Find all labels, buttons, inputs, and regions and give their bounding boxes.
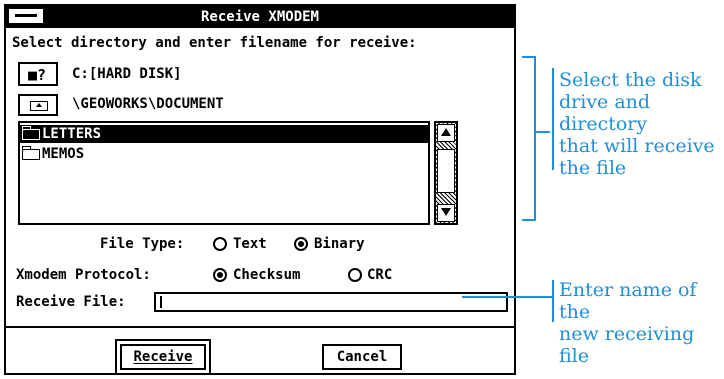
- receive-xmodem-dialog: Receive XMODEM Select directory and ente…: [4, 4, 516, 375]
- file-annotation: Enter name of the new receiving file: [559, 279, 724, 367]
- drive-select-button[interactable]: ■?: [18, 62, 58, 86]
- receive-button-label: Receive: [133, 349, 193, 365]
- protocol-crc-label[interactable]: CRC: [367, 267, 392, 283]
- drive-icon: ■?: [28, 66, 47, 84]
- scroll-thumb[interactable]: [437, 149, 455, 193]
- dialog-title: Receive XMODEM: [200, 9, 319, 25]
- instruction-text: Select directory and enter filename for …: [12, 35, 417, 51]
- file-type-text-radio[interactable]: [213, 237, 227, 251]
- annotation-line: that will receive: [559, 135, 715, 157]
- annotation-line: Enter name of the: [559, 279, 697, 323]
- directory-annotation: Select the disk drive and directory that…: [559, 69, 724, 179]
- file-annotation-tick: [552, 280, 554, 322]
- scroll-down-button[interactable]: [437, 204, 455, 222]
- list-item[interactable]: MEMOS: [20, 145, 428, 163]
- directory-list[interactable]: LETTERS MEMOS: [18, 121, 430, 225]
- protocol-crc-radio[interactable]: [348, 268, 362, 282]
- title-bar: Receive XMODEM: [6, 6, 514, 28]
- divider: [6, 326, 514, 328]
- folder-name: LETTERS: [42, 126, 102, 142]
- cancel-button[interactable]: Cancel: [322, 344, 402, 370]
- file-type-binary-radio[interactable]: [294, 237, 308, 251]
- protocol-checksum-radio[interactable]: [213, 268, 227, 282]
- folder-up-icon: [30, 101, 48, 111]
- path-label: \GEOWORKS\DOCUMENT: [72, 96, 224, 112]
- cancel-button-label: Cancel: [336, 349, 388, 365]
- directory-scrollbar[interactable]: [434, 121, 458, 225]
- file-type-text-label[interactable]: Text: [233, 236, 267, 252]
- folder-name: MEMOS: [42, 146, 85, 162]
- folder-icon: [22, 126, 40, 140]
- directory-annotation-tick: [552, 68, 554, 170]
- annotation-line: new receiving file: [559, 323, 695, 367]
- drive-label: C:[HARD DISK]: [72, 66, 182, 82]
- protocol-label: Xmodem Protocol:: [16, 267, 151, 283]
- receive-button[interactable]: Receive: [115, 339, 211, 375]
- arrow-down-icon: [441, 208, 451, 216]
- file-type-binary-label[interactable]: Binary: [314, 236, 365, 252]
- file-type-label: File Type:: [100, 236, 185, 252]
- arrow-up-icon: [441, 128, 451, 136]
- folder-icon: [22, 146, 40, 160]
- directory-annotation-bracket: [522, 56, 536, 221]
- annotation-line: Select the disk: [559, 69, 702, 91]
- list-item[interactable]: LETTERS: [20, 125, 428, 143]
- parent-directory-button[interactable]: [18, 94, 58, 116]
- annotation-line: the file: [559, 157, 627, 179]
- directory-annotation-connector: [536, 131, 550, 133]
- receive-file-input[interactable]: [154, 292, 508, 312]
- protocol-checksum-label[interactable]: Checksum: [233, 267, 300, 283]
- receive-file-label: Receive File:: [16, 294, 126, 310]
- annotation-line: drive and directory: [559, 91, 651, 135]
- file-annotation-connector: [462, 296, 552, 298]
- scroll-up-button[interactable]: [437, 124, 455, 142]
